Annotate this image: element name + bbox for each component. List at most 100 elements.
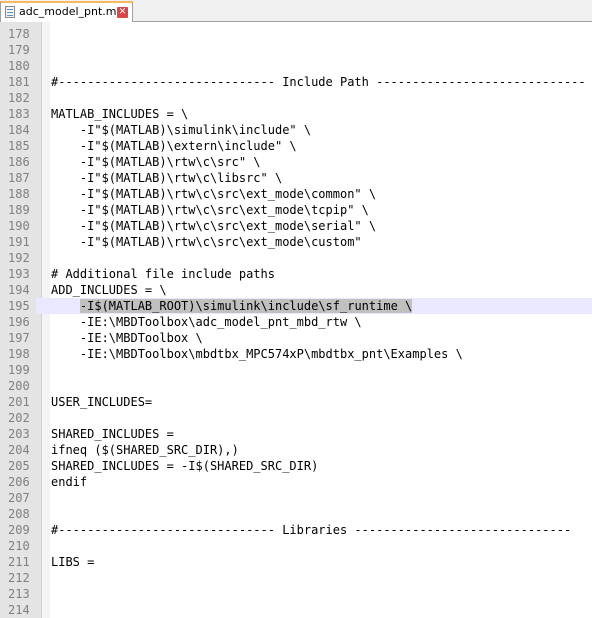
line-number: 182 xyxy=(8,91,30,105)
code-line[interactable]: 204 ifneq ($(SHARED_SRC_DIR),) xyxy=(0,442,592,458)
line-number: 186 xyxy=(8,155,30,169)
code-line[interactable]: 196 -IE:\MBDToolbox\adc_model_pnt_mbd_rt… xyxy=(0,314,592,330)
line-text: -I"$(MATLAB)\rtw\c\src" \ xyxy=(51,155,261,169)
code-line[interactable]: 180 xyxy=(0,58,592,74)
line-number: 205 xyxy=(8,459,30,473)
code-line[interactable]: 203 SHARED_INCLUDES = xyxy=(0,426,592,442)
line-number: 211 xyxy=(8,555,30,569)
code-line[interactable]: 189 -I"$(MATLAB)\rtw\c\src\ext_mode\tcpi… xyxy=(0,202,592,218)
line-number: 179 xyxy=(8,43,30,57)
code-line[interactable]: 205 SHARED_INCLUDES = -I$(SHARED_SRC_DIR) xyxy=(0,458,592,474)
code-lines[interactable]: 178 179 180 181 #---------------------------… xyxy=(0,26,592,618)
code-line[interactable]: 190 -I"$(MATLAB)\rtw\c\src\ext_mode\seri… xyxy=(0,218,592,234)
line-number: 212 xyxy=(8,571,30,585)
code-line[interactable]: 202 xyxy=(0,410,592,426)
line-text: LIBS = xyxy=(51,555,95,569)
code-line[interactable]: 185 -I"$(MATLAB)\extern\include" \ xyxy=(0,138,592,154)
line-number: 192 xyxy=(8,251,30,265)
line-text: -IE:\MBDToolbox\mbdtbx_MPC574xP\mbdtbx_p… xyxy=(51,347,463,361)
line-number: 209 xyxy=(8,523,30,537)
line-number: 184 xyxy=(8,123,30,137)
code-line[interactable]: 209 #------------------------------ Libra… xyxy=(0,522,592,538)
code-line[interactable]: 179 xyxy=(0,42,592,58)
code-line[interactable]: 186 -I"$(MATLAB)\rtw\c\src" \ xyxy=(0,154,592,170)
line-number: 199 xyxy=(8,363,30,377)
code-line[interactable]: 178 xyxy=(0,26,592,42)
code-line[interactable]: 197 -IE:\MBDToolbox \ xyxy=(0,330,592,346)
line-text: #------------------------------ Librarie… xyxy=(51,523,572,537)
code-line[interactable]: 199 xyxy=(0,362,592,378)
code-line[interactable]: 213 xyxy=(0,586,592,602)
line-text: -I$(MATLAB_ROOT)\simulink\include\sf_run… xyxy=(51,298,413,314)
code-line[interactable]: 194 ADD_INCLUDES = \ xyxy=(0,282,592,298)
code-line[interactable]: 211 LIBS = xyxy=(0,554,592,570)
code-line[interactable]: 193 # Additional file include paths xyxy=(0,266,592,282)
line-text: USER_INCLUDES= xyxy=(51,395,153,409)
line-number: 207 xyxy=(8,491,30,505)
line-number: 198 xyxy=(8,347,30,361)
code-editor[interactable]: 178 179 180 181 #---------------------------… xyxy=(0,22,592,618)
code-line[interactable]: 184 -I"$(MATLAB)\simulink\include" \ xyxy=(0,122,592,138)
code-line[interactable]: 212 xyxy=(0,570,592,586)
line-number: 201 xyxy=(8,395,30,409)
line-number: 191 xyxy=(8,235,30,249)
line-number: 188 xyxy=(8,187,30,201)
code-line[interactable]: 210 xyxy=(0,538,592,554)
close-icon[interactable]: ✕ xyxy=(117,7,128,18)
line-number: 214 xyxy=(8,603,30,617)
code-line[interactable]: 207 xyxy=(0,490,592,506)
line-number: 181 xyxy=(8,75,30,89)
line-text: ADD_INCLUDES = \ xyxy=(51,283,167,297)
tab-bar: adc_model_pnt.mk ✕ xyxy=(0,0,592,22)
line-text: MATLAB_INCLUDES = \ xyxy=(51,107,189,121)
code-line[interactable]: 195 -I$(MATLAB_ROOT)\simulink\include\sf… xyxy=(0,298,592,314)
line-number: 197 xyxy=(8,331,30,345)
selected-text[interactable]: -I$(MATLAB_ROOT)\simulink\include\sf_run… xyxy=(79,299,413,313)
line-text: -I"$(MATLAB)\rtw\c\src\ext_mode\serial" … xyxy=(51,219,377,233)
line-number: 185 xyxy=(8,139,30,153)
line-text: -I"$(MATLAB)\rtw\c\src\ext_mode\custom" xyxy=(51,235,362,249)
code-line[interactable]: 201 USER_INCLUDES= xyxy=(0,394,592,410)
code-line[interactable]: 206 endif xyxy=(0,474,592,490)
line-number: 210 xyxy=(8,539,30,553)
code-line[interactable]: 208 xyxy=(0,506,592,522)
code-line[interactable]: 188 -I"$(MATLAB)\rtw\c\src\ext_mode\comm… xyxy=(0,186,592,202)
line-number: 194 xyxy=(8,283,30,297)
line-number: 183 xyxy=(8,107,30,121)
code-line[interactable]: 192 xyxy=(0,250,592,266)
code-line[interactable]: 214 xyxy=(0,602,592,618)
line-number: 190 xyxy=(8,219,30,233)
code-line[interactable]: 183 MATLAB_INCLUDES = \ xyxy=(0,106,592,122)
code-line[interactable]: 198 -IE:\MBDToolbox\mbdtbx_MPC574xP\mbdt… xyxy=(0,346,592,362)
file-icon xyxy=(5,6,15,18)
line-number: 196 xyxy=(8,315,30,329)
line-number: 187 xyxy=(8,171,30,185)
line-number: 193 xyxy=(8,267,30,281)
line-number: 208 xyxy=(8,507,30,521)
code-line[interactable]: 187 -I"$(MATLAB)\rtw\c\libsrc" \ xyxy=(0,170,592,186)
line-text: -I"$(MATLAB)\rtw\c\src\ext_mode\common" … xyxy=(51,187,377,201)
line-number: 203 xyxy=(8,427,30,441)
file-tab-label: adc_model_pnt.mk xyxy=(19,5,123,18)
line-number: 178 xyxy=(8,27,30,41)
line-text: #------------------------------ Include … xyxy=(51,75,586,89)
line-text: SHARED_INCLUDES = -I$(SHARED_SRC_DIR) xyxy=(51,459,319,473)
line-number: 189 xyxy=(8,203,30,217)
line-text: endif xyxy=(51,475,88,489)
code-line[interactable]: 200 xyxy=(0,378,592,394)
file-tab[interactable]: adc_model_pnt.mk ✕ xyxy=(0,1,133,22)
code-line[interactable]: 181 #------------------------------ Inclu… xyxy=(0,74,592,90)
line-text: # Additional file include paths xyxy=(51,267,275,281)
line-number: 200 xyxy=(8,379,30,393)
line-text: -I"$(MATLAB)\rtw\c\libsrc" \ xyxy=(51,171,283,185)
code-line[interactable]: 191 -I"$(MATLAB)\rtw\c\src\ext_mode\cust… xyxy=(0,234,592,250)
line-text: -I"$(MATLAB)\extern\include" \ xyxy=(51,139,297,153)
line-text: -IE:\MBDToolbox\adc_model_pnt_mbd_rtw \ xyxy=(51,315,362,329)
line-text: -I"$(MATLAB)\simulink\include" \ xyxy=(51,123,312,137)
code-line[interactable]: 182 xyxy=(0,90,592,106)
line-text: -IE:\MBDToolbox \ xyxy=(51,331,203,345)
line-number: 202 xyxy=(8,411,30,425)
line-text: -I"$(MATLAB)\rtw\c\src\ext_mode\tcpip" \ xyxy=(51,203,369,217)
line-text: ifneq ($(SHARED_SRC_DIR),) xyxy=(51,443,239,457)
line-number: 180 xyxy=(8,59,30,73)
